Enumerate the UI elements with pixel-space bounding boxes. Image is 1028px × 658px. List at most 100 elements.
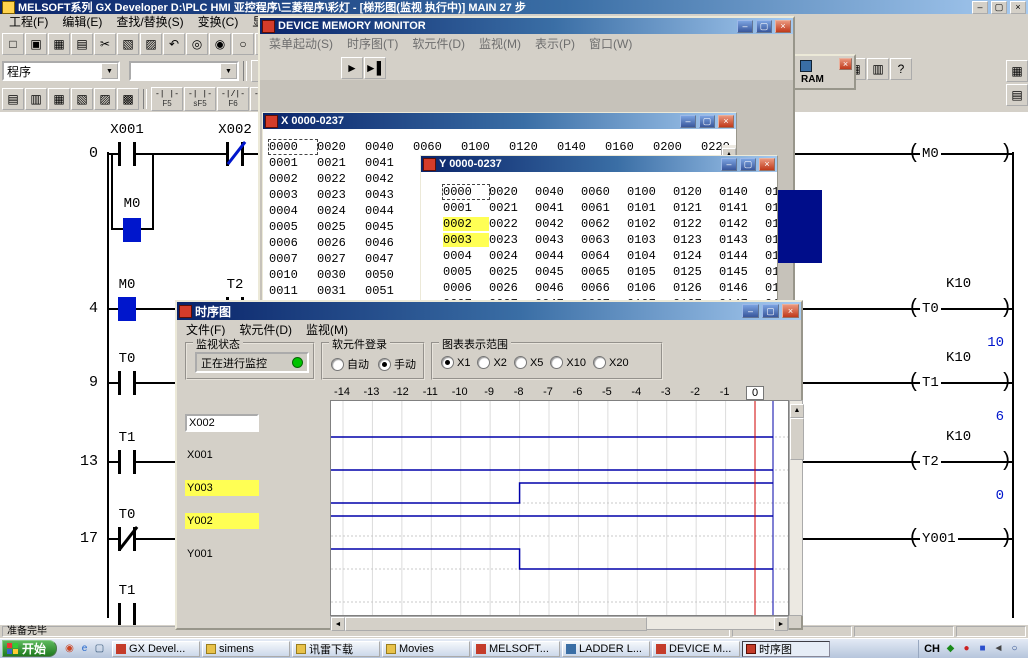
new-icon[interactable]: □ (2, 33, 24, 55)
device-number-cell[interactable]: 0141 (719, 201, 765, 215)
device-number-cell[interactable]: 0044 (365, 204, 413, 218)
device-number-cell[interactable]: 0044 (535, 249, 581, 263)
open-icon[interactable]: ▣ (25, 33, 47, 55)
device-number-cell[interactable]: 0021 (317, 156, 365, 170)
device-number-cell[interactable]: 0004 (443, 249, 489, 263)
device-number-cell[interactable]: 0121 (673, 201, 719, 215)
block-combo[interactable]: ▼ (129, 61, 239, 81)
radio-auto[interactable]: 自动 (331, 356, 369, 372)
print-icon[interactable]: ▤ (71, 33, 93, 55)
device-number-cell[interactable]: 0140 (719, 185, 765, 199)
tray-sound-icon[interactable]: ◄ (992, 642, 1005, 655)
device-number-cell[interactable]: 0047 (365, 252, 413, 266)
tile-windows-icon[interactable]: ▥ (867, 58, 889, 80)
device-number-cell[interactable]: 0146 (719, 281, 765, 295)
dock-grid-icon[interactable]: ▦ (1006, 60, 1028, 82)
contact-M0[interactable] (123, 218, 141, 242)
task-button[interactable]: MELSOFT... (472, 641, 560, 657)
signal-name-X002[interactable]: X002 (185, 414, 259, 432)
x-title-bar[interactable]: X 0000-0237 – ▢ × (263, 113, 736, 129)
device-number-cell[interactable]: 0043 (365, 188, 413, 202)
device-number-cell[interactable]: 0040 (365, 140, 413, 154)
quicklaunch-media-icon[interactable]: ◉ (63, 642, 76, 655)
scroll-up-icon[interactable]: ▲ (790, 404, 804, 418)
close-button[interactable]: × (782, 304, 799, 318)
device-number-cell[interactable]: 0023 (489, 233, 535, 247)
device-number-cell[interactable]: 0010 (269, 268, 317, 282)
device-number-cell[interactable]: 0043 (535, 233, 581, 247)
menu-item[interactable]: 菜单起动(S) (262, 34, 340, 53)
device-number-cell[interactable]: 0101 (627, 201, 673, 215)
chart-vertical-scrollbar[interactable]: ▲ (789, 400, 803, 616)
device-number-cell[interactable]: 0120 (509, 140, 557, 154)
device-number-cell[interactable]: 0042 (365, 172, 413, 186)
task-button[interactable]: 时序图 (742, 641, 830, 657)
device-number-cell[interactable]: 0020 (317, 140, 365, 154)
device-number-cell[interactable]: 0160 (605, 140, 653, 154)
device-number-cell[interactable]: 0024 (489, 249, 535, 263)
device-number-cell[interactable]: 0001 (443, 201, 489, 215)
device-number-cell[interactable]: 0006 (443, 281, 489, 295)
device-number-cell[interactable]: 0025 (489, 265, 535, 279)
device-number-cell[interactable]: 0003 (269, 188, 317, 202)
device-number-cell[interactable]: 0122 (673, 217, 719, 231)
device-number-cell[interactable]: 0065 (581, 265, 627, 279)
signal-name-Y001[interactable]: Y001 (185, 546, 259, 562)
coil-Y001[interactable]: ( Y001 ) (908, 527, 1012, 551)
device-number-cell[interactable]: 0166 (765, 281, 777, 295)
quicklaunch-desktop-icon[interactable]: ▢ (93, 642, 106, 655)
device-number-cell[interactable]: 0007 (269, 252, 317, 266)
device-number-cell[interactable]: 0000 (443, 185, 489, 199)
monitor-window-icon[interactable]: ▨ (94, 88, 116, 110)
device-number-cell[interactable]: 0144 (719, 249, 765, 263)
menu-item[interactable]: 软元件(D) (405, 34, 472, 53)
device-number-cell[interactable]: 0022 (489, 217, 535, 231)
device-number-cell[interactable]: 0027 (317, 252, 365, 266)
device-number-cell[interactable]: 0066 (581, 281, 627, 295)
device-number-cell[interactable]: 0045 (535, 265, 581, 279)
device-number-cell[interactable]: 0100 (461, 140, 509, 154)
device-number-cell[interactable]: 0004 (269, 204, 317, 218)
maximize-button[interactable]: ▢ (740, 158, 756, 171)
device-number-cell[interactable]: 0200 (653, 140, 701, 154)
language-indicator[interactable]: CH (924, 643, 940, 655)
device-number-cell[interactable]: 0002 (269, 172, 317, 186)
device-number-cell[interactable]: 0145 (719, 265, 765, 279)
copy-icon[interactable]: ▧ (117, 33, 139, 55)
device-number-cell[interactable]: 0002 (443, 217, 489, 231)
device-number-cell[interactable]: 0030 (317, 268, 365, 282)
device-number-cell[interactable]: 0163 (765, 233, 777, 247)
close-button[interactable]: × (1010, 1, 1026, 14)
tray-red-icon[interactable]: ● (960, 642, 973, 655)
device-number-cell[interactable]: 0064 (581, 249, 627, 263)
contact-T0[interactable] (118, 371, 136, 395)
device-number-cell[interactable]: 0023 (317, 188, 365, 202)
menu-item[interactable]: 表示(P) (528, 34, 582, 53)
coil-T1[interactable]: ( T1 ) (908, 371, 1012, 395)
task-button[interactable]: GX Devel... (112, 641, 200, 657)
radio-x20[interactable]: X20 (593, 356, 629, 369)
contact-M0[interactable] (118, 297, 136, 321)
device-number-cell[interactable]: 0005 (269, 220, 317, 234)
contact-T1[interactable] (118, 603, 136, 625)
minimize-button[interactable]: – (742, 304, 759, 318)
device-number-cell[interactable]: 0100 (627, 185, 673, 199)
device-number-cell[interactable]: 0020 (489, 185, 535, 199)
coil-T0[interactable]: ( T0 ) (908, 297, 1012, 321)
chevron-down-icon[interactable]: ▼ (220, 63, 237, 79)
menu-item[interactable]: 时序图(T) (340, 34, 405, 53)
scroll-left-icon[interactable]: ◄ (331, 617, 345, 631)
minimize-button[interactable]: – (721, 158, 737, 171)
device-number-cell[interactable]: 0062 (581, 217, 627, 231)
contact-T0-nc[interactable] (118, 527, 136, 551)
y-title-bar[interactable]: Y 0000-0237 – ▢ × (421, 156, 777, 172)
maximize-button[interactable]: ▢ (699, 115, 715, 128)
program-type-combo[interactable]: 程序 ▼ (2, 61, 120, 81)
start-button[interactable]: 开始 (2, 640, 57, 657)
contact-T1[interactable] (118, 450, 136, 474)
device-number-cell[interactable]: 0046 (535, 281, 581, 295)
maximize-button[interactable]: ▢ (991, 1, 1007, 14)
help-icon[interactable]: ? (890, 58, 912, 80)
task-button[interactable]: 讯雷下载 (292, 641, 380, 657)
device-number-cell[interactable]: 0160 (765, 185, 777, 199)
